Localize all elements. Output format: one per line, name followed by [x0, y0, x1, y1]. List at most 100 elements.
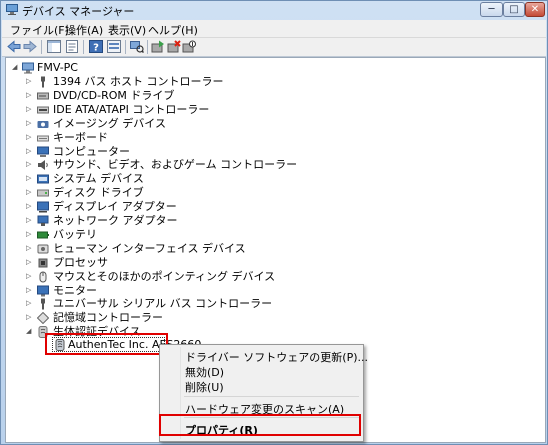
disk-drive-icon — [37, 187, 49, 199]
expand-icon[interactable]: ▷ — [26, 119, 34, 128]
update-driver-icon[interactable] — [151, 40, 165, 53]
expand-icon[interactable]: ▷ — [26, 133, 34, 142]
highlight-device-box — [45, 333, 168, 355]
tree-category-label: DVD/CD-ROM ドライブ — [53, 89, 175, 102]
expand-icon[interactable]: ▷ — [26, 202, 34, 211]
forward-icon[interactable] — [23, 40, 37, 53]
tree-category-item[interactable]: ▷ ディスク ドライブ — [22, 186, 282, 200]
tree-category-label: モニター — [53, 284, 97, 297]
disable-icon[interactable] — [182, 40, 196, 53]
usb-plug-icon — [37, 298, 49, 310]
collapse-icon[interactable]: ◢ — [26, 327, 34, 336]
expand-icon[interactable]: ▷ — [26, 216, 34, 225]
usb-plug-icon — [37, 76, 49, 88]
tree-category-label: 記憶域コントローラー — [53, 311, 163, 324]
tree-category-label: サウンド、ビデオ、およびゲーム コントローラー — [53, 158, 298, 171]
battery-icon — [37, 229, 49, 241]
tree-category-item[interactable]: ▷ ユニバーサル シリアル バス コントローラー — [22, 297, 282, 311]
expand-icon[interactable]: ▷ — [26, 147, 34, 156]
expand-icon[interactable]: ▷ — [26, 91, 34, 100]
menu-update-driver[interactable]: ドライバー ソフトウェアの更新(P)... — [185, 349, 368, 365]
tree-category-item[interactable]: ▷ プロセッサ — [22, 256, 282, 270]
system-device-icon — [37, 173, 49, 185]
expand-icon[interactable]: ▷ — [26, 77, 34, 86]
expand-icon[interactable]: ▷ — [26, 105, 34, 114]
expand-icon[interactable]: ▷ — [26, 188, 34, 197]
hid-icon — [37, 243, 49, 255]
scan-hardware-icon[interactable] — [130, 40, 144, 53]
menu-view[interactable]: 表示(V) — [108, 22, 146, 38]
device-manager-window: デバイス マネージャー ─ □ ✕ ファイル(F) 操作(A) 表示(V) ヘル… — [0, 0, 548, 445]
tree-category-label: バッテリ — [53, 228, 97, 241]
menu-uninstall[interactable]: 削除(U) — [185, 379, 224, 395]
tree-category-item[interactable]: ▷ イメージング デバイス — [22, 117, 282, 131]
tree-category-item[interactable]: ▷ サウンド、ビデオ、およびゲーム コントローラー — [22, 158, 297, 172]
tree-category-label: プロセッサ — [53, 256, 108, 269]
menu-disable[interactable]: 無効(D) — [185, 364, 224, 380]
menu-help[interactable]: ヘルプ(H) — [148, 22, 198, 38]
expand-icon[interactable]: ▷ — [26, 272, 34, 281]
mouse-icon — [37, 271, 49, 283]
help-icon[interactable]: ? — [89, 40, 103, 53]
tree-category-item[interactable]: ▷ マウスとそのほかのポインティング デバイス — [22, 270, 282, 284]
tree-category-label: ネットワーク アダプター — [53, 214, 178, 227]
window-title: デバイス マネージャー — [22, 5, 135, 18]
tree-category-label: IDE ATA/ATAPI コントローラー — [53, 103, 210, 116]
tree-category-label: マウスとそのほかのポインティング デバイス — [53, 270, 276, 283]
device-manager-icon — [6, 4, 18, 15]
properties-icon[interactable] — [65, 40, 79, 53]
tree-category-label: システム デバイス — [53, 172, 144, 185]
maximize-button[interactable]: □ — [503, 2, 525, 17]
back-icon[interactable] — [7, 40, 21, 53]
computer-icon — [37, 146, 49, 158]
speaker-icon — [37, 159, 49, 171]
ide-controller-icon — [37, 104, 49, 116]
tree-category-label: ヒューマン インターフェイス デバイス — [53, 242, 246, 255]
network-adapter-icon — [37, 215, 49, 227]
tree-category-label: ユニバーサル シリアル バス コントローラー — [53, 297, 273, 310]
monitor-icon — [37, 285, 49, 297]
tree-category-item[interactable]: ▷ バッテリ — [22, 228, 282, 242]
tree-category-item[interactable]: ▷ キーボード — [22, 131, 282, 145]
show-hide-tree-icon[interactable] — [47, 40, 61, 53]
tree-category-item[interactable]: ▷ ヒューマン インターフェイス デバイス — [22, 242, 282, 256]
menu-file[interactable]: ファイル(F) — [10, 22, 69, 38]
toolbar: ? — [2, 38, 546, 57]
expand-icon[interactable]: ▷ — [26, 230, 34, 239]
expand-icon[interactable]: ▷ — [26, 299, 34, 308]
menu-action[interactable]: 操作(A) — [65, 22, 103, 38]
close-button[interactable]: ✕ — [525, 2, 545, 17]
keyboard-icon — [37, 132, 49, 144]
tree-category-item[interactable]: ▷ システム デバイス — [22, 172, 282, 186]
expand-icon[interactable]: ▷ — [26, 313, 34, 322]
tree-category-item[interactable]: ▷ モニター — [22, 284, 282, 298]
tree-category-item[interactable]: ▷ 1394 バス ホスト コントローラー — [22, 75, 282, 89]
tree-category-item[interactable]: ▷ IDE ATA/ATAPI コントローラー — [22, 103, 282, 117]
highlight-properties-box — [159, 414, 361, 436]
minimize-button[interactable]: ─ — [480, 2, 503, 17]
expand-icon[interactable]: ▷ — [26, 160, 34, 169]
tree-category-item[interactable]: ▷ コンピューター — [22, 145, 282, 159]
title-bar[interactable]: デバイス マネージャー ─ □ ✕ — [1, 1, 547, 19]
collapse-icon[interactable]: ◢ — [12, 63, 20, 72]
expand-icon[interactable]: ▷ — [26, 258, 34, 267]
expand-icon[interactable]: ▷ — [26, 286, 34, 295]
expand-icon[interactable]: ▷ — [26, 244, 34, 253]
tree-category-label: ディスク ドライブ — [53, 186, 144, 199]
camera-icon — [37, 118, 49, 130]
expand-icon[interactable]: ▷ — [26, 174, 34, 183]
tree-category-label: ディスプレイ アダプター — [53, 200, 177, 213]
tree-category-label: コンピューター — [53, 145, 130, 158]
tree-root[interactable]: ◢ FMV-PC — [10, 61, 210, 75]
tree-category-label: キーボード — [53, 131, 108, 144]
view-options-icon[interactable] — [107, 40, 121, 53]
storage-controller-icon — [37, 312, 49, 324]
display-adapter-icon — [37, 201, 49, 213]
computer-icon — [22, 62, 34, 74]
tree-category-item[interactable]: ▷ ネットワーク アダプター — [22, 214, 282, 228]
tree-root-label: FMV-PC — [37, 61, 78, 74]
tree-category-item[interactable]: ▷ ディスプレイ アダプター — [22, 200, 282, 214]
tree-category-item[interactable]: ▷ 記憶域コントローラー — [22, 311, 282, 325]
tree-category-item[interactable]: ▷ DVD/CD-ROM ドライブ — [22, 89, 282, 103]
uninstall-icon[interactable] — [167, 40, 181, 53]
